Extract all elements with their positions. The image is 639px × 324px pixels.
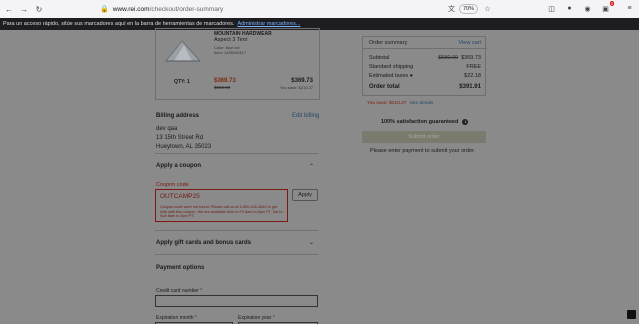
info-icon[interactable]: i [462,119,469,125]
see-details-link[interactable]: See details [410,101,434,106]
browser-toolbar: ← → ↻ 🔒 www.rei.com/checkout/order-summa… [0,0,639,18]
subtotal-row: Subtotal $580.00 $369.73 [369,55,481,61]
chat-icon[interactable] [627,310,636,319]
summary-title: Order summary [369,40,408,46]
billing-city: Hueytown, AL 35023 [156,144,212,150]
url-bar[interactable]: 🔒 www.rei.com/checkout/order-summary [100,3,400,15]
product-sale-price: $369.73 [214,78,236,84]
back-icon[interactable]: ← [3,3,15,15]
product-qty: QTY: 1 [174,79,190,85]
url-domain: www.rei.com [112,5,150,13]
exp-month-label-text: Expiration month [156,315,194,321]
exp-month-label: Expiration month * [156,315,197,321]
required-mark: * [194,315,197,321]
taxes-value: $22.18 [464,73,481,79]
savings-amount: You save: $210.27 [367,101,407,106]
taxes-label-wrap: Estimated taxes ● [369,73,413,79]
translate-icon[interactable]: 文 [446,3,457,14]
notification-badge: 2 [609,1,614,6]
menu-icon[interactable]: ≡ [624,3,635,14]
submit-order-button[interactable]: Submit order [362,131,486,143]
product-savings: You save: $210.27 [280,85,313,90]
shipping-row: Standard shipping FREE [369,64,481,70]
shield-icon[interactable]: ◉ [582,3,593,14]
chevron-up-icon[interactable]: ⌃ [309,163,314,170]
billing-address: dev qaa 13 15th Street Rd Hueytown, AL 3… [156,125,211,152]
guarantee: 100% satisfaction guaranteed i [381,119,469,125]
pocket-icon[interactable]: ◫ [546,3,557,14]
total-row: Order total $391.91 [369,84,481,90]
coupon-input[interactable]: OUTCAMP25 Coupon code were not found. Pl… [155,189,288,222]
product-item: Item: 1405045117 [214,50,246,55]
checkout-page: MOUNTAIN HARDWEAR Aspect 3 Tent Color: b… [0,28,639,324]
view-cart-link[interactable]: View cart [458,40,481,46]
subtotal-values: $580.00 $369.73 [438,55,481,61]
cc-number-input[interactable] [155,295,318,307]
summary-header: Order summary View cart [363,37,487,49]
exp-year-label: Expiration year * [238,315,275,321]
subtotal-label: Subtotal [369,55,390,61]
subtotal-original: $580.00 [438,55,459,61]
guarantee-text: 100% satisfaction guaranteed [381,119,459,125]
coupon-code-value: OUTCAMP25 [160,193,200,200]
billing-street: 13 15th Street Rd [156,135,204,141]
required-mark: * [200,288,203,294]
taxes-label: Estimated taxes [369,73,409,79]
tent-image [164,40,202,62]
cc-number-label: Credit card number * [156,288,202,294]
cc-number-label-text: Credit card number [156,288,199,294]
coupon-label: Coupon code [156,182,189,188]
manage-bookmarks-link[interactable]: Administrar marcadores... [237,21,300,27]
taxes-row: Estimated taxes ● $22.18 [369,73,481,79]
star-icon[interactable]: ☆ [482,3,493,14]
info-icon[interactable]: ● [410,73,413,79]
reload-icon[interactable]: ↻ [33,3,45,15]
submit-note: Please enter payment to submit your orde… [370,148,476,154]
divider [155,230,318,231]
product-meta: Color: blue ice Item: 1405045117 [214,45,246,55]
chevron-down-icon[interactable]: ⌄ [309,239,314,246]
required-mark: * [272,315,275,321]
zoom-level[interactable]: 70% [459,4,479,14]
forward-icon[interactable]: → [18,3,30,15]
extension-icon[interactable]: ● [564,3,575,14]
coupon-error-message: Coupon code were not found. Please call … [160,205,283,218]
product-name[interactable]: Aspect 3 Tent [214,37,247,43]
edit-billing-link[interactable]: Edit billing [292,113,319,119]
subtotal-value: $369.73 [461,55,481,61]
order-summary: Order summary View cart Subtotal $580.00… [362,36,487,96]
gift-cards-title[interactable]: Apply gift cards and bonus cards [156,240,251,246]
shipping-value: FREE [466,64,481,70]
billing-title: Billing address [156,113,200,119]
product-line-total: $369.73 [291,78,313,84]
bookmark-message: Para un acceso rápido, sitúe sus marcado… [3,21,235,27]
coupon-title[interactable]: Apply a coupon [156,163,201,169]
divider [155,254,318,255]
exp-year-label-text: Expiration year [238,315,272,321]
payment-title: Payment options [156,265,205,271]
shipping-label: Standard shipping [369,64,414,70]
apply-coupon-button[interactable]: Apply [292,189,318,201]
notifications-icon[interactable]: ▣ 2 [600,1,614,14]
product-original-price: $580.00 [214,85,231,90]
summary-savings: You save: $210.27 See details [367,101,433,106]
lock-icon: 🔒 [100,6,109,13]
total-value: $391.91 [459,84,481,90]
product-card: MOUNTAIN HARDWEAR Aspect 3 Tent Color: b… [155,28,320,100]
billing-name: dev qaa [156,126,178,132]
divider [155,153,318,154]
url-path: /checkout/order-summary [149,5,224,13]
total-label: Order total [369,84,400,90]
